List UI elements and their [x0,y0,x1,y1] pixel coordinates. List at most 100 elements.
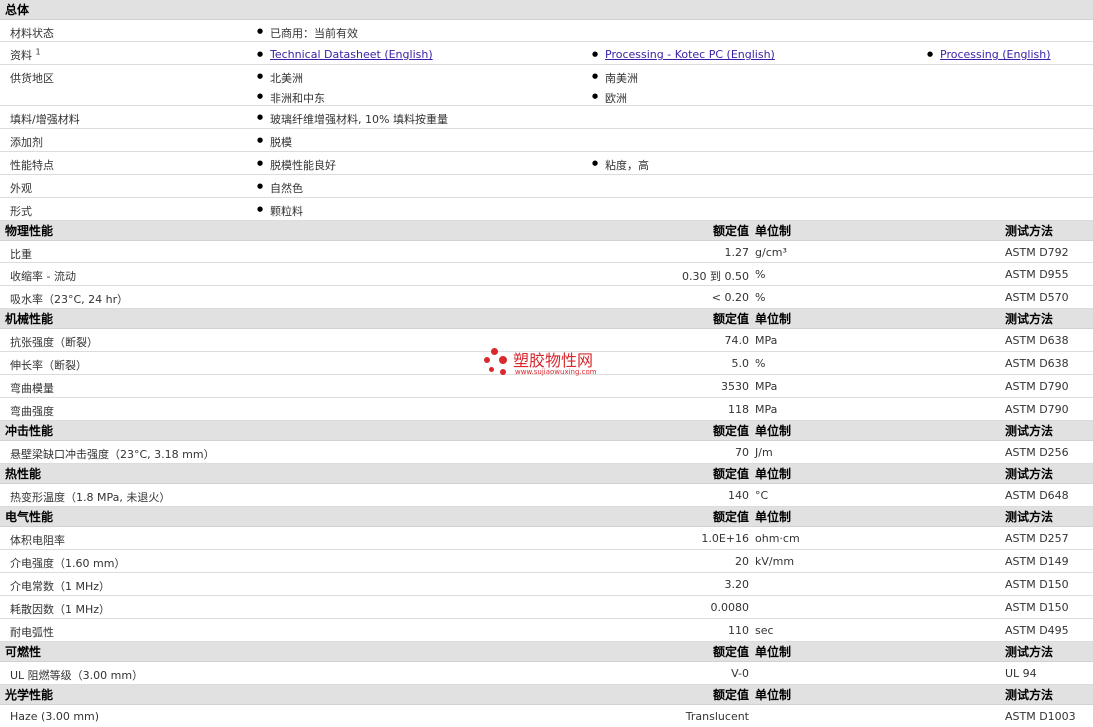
property-unit: g/cm³ [755,246,787,259]
property-label: Haze (3.00 mm) [10,710,100,723]
property-row: 耗散因数（1 MHz） 0.0080 ASTM D150 [0,596,1093,619]
section-header-general: 总体 [0,0,1093,20]
row-filler: 填料/增强材料 玻璃纤维增强材料, 10% 填料按重量 [0,106,1093,129]
property-value: V-0 [731,667,749,680]
form-value: 颗粒料 [257,203,303,219]
section-header: 热性能 额定值 单位制 测试方法 [0,464,1093,484]
property-label: 介电强度（1.60 mm） [10,557,126,570]
property-unit: % [755,291,766,304]
property-label: 弯曲模量 [10,382,54,395]
property-label: 介电常数（1 MHz） [10,580,111,593]
property-unit: % [755,357,766,370]
column-header-test: 测试方法 [1005,424,1054,438]
property-unit: MPa [755,403,778,416]
property-label: 体积电阻率 [10,534,65,547]
property-test-method: ASTM D495 [1005,624,1069,637]
row-label: 资料 1 [10,47,41,62]
section-title: 总体 [5,3,30,17]
section-title: 物理性能 [5,224,54,238]
property-value: 3530 [721,380,749,393]
section-header: 物理性能 额定值 单位制 测试方法 [0,221,1093,241]
property-row: 吸水率（23°C, 24 hr） < 0.20% ASTM D570 [0,286,1093,309]
property-value: 118 [728,403,749,416]
feature-item: 粘度，高 [592,157,649,173]
section-title: 电气性能 [5,510,54,524]
property-label: UL 阻燃等级（3.00 mm） [10,669,144,682]
property-value: 5.0 [731,357,750,370]
section-header: 机械性能 额定值 单位制 测试方法 [0,309,1093,329]
column-header-test: 测试方法 [1005,467,1054,481]
section-title: 可燃性 [5,645,42,659]
row-label: 供货地区 [10,72,54,85]
property-test-method: ASTM D150 [1005,578,1069,591]
property-value: 0.30 到 0.50 [682,270,749,283]
column-header-unit: 单位制 [755,224,792,238]
column-header-value: 额定值 [712,510,749,524]
link-processing-kotec[interactable]: Processing - Kotec PC (English) [592,48,775,61]
property-value: Translucent [685,710,749,723]
row-regions: 供货地区 北美洲 南美洲 非洲和中东 欧洲 [0,65,1093,106]
link-processing[interactable]: Processing (English) [927,48,1050,61]
column-header-value: 额定值 [712,467,749,481]
region-item: 非洲和中东 [257,90,325,106]
section-header: 光学性能 额定值 单位制 测试方法 [0,685,1093,705]
property-test-method: ASTM D150 [1005,601,1069,614]
property-test-method: ASTM D638 [1005,334,1069,347]
property-test-method: ASTM D648 [1005,489,1069,502]
section-title: 机械性能 [5,312,54,326]
column-header-value: 额定值 [712,424,749,438]
row-label: 性能特点 [10,159,54,172]
column-header-unit: 单位制 [755,424,792,438]
section-title: 光学性能 [5,688,54,702]
watermark-url: www.sujiaowuxing.com [515,368,597,376]
property-row: 热变形温度（1.8 MPa, 未退火） 140 °C ASTM D648 [0,484,1093,507]
section-header: 电气性能 额定值 单位制 测试方法 [0,507,1093,527]
property-unit: sec [755,624,774,637]
property-unit: % [755,268,766,281]
column-header-test: 测试方法 [1005,645,1054,659]
property-value: 70 [735,446,749,459]
link-technical-datasheet[interactable]: Technical Datasheet (English) [257,48,433,61]
property-unit: kV/mm [755,555,795,568]
filler-value: 玻璃纤维增强材料, 10% 填料按重量 [257,111,448,127]
property-row: 比重 1.27 g/cm³ ASTM D792 [0,241,1093,263]
column-header-unit: 单位制 [755,510,792,524]
status-value: 已商用：当前有效 [257,25,358,41]
region-item: 欧洲 [592,90,627,106]
property-row: 收缩率 - 流动 0.30 到 0.50% ASTM D955 [0,263,1093,286]
property-label: 抗张强度（断裂） [10,336,98,349]
section-title: 冲击性能 [5,424,54,438]
property-value: 0.0080 [710,601,750,614]
column-header-value: 额定值 [712,312,749,326]
datasheet-page: 总体 材料状态 已商用：当前有效 资料 1 Technical Datashee… [0,0,1093,727]
property-test-method: ASTM D790 [1005,380,1069,393]
property-label: 弯曲强度 [10,405,54,418]
property-value: 3.20 [724,578,750,591]
property-row: UL 阻燃等级（3.00 mm） V-0 UL 94 [0,662,1093,685]
property-row: Haze (3.00 mm) Translucent ASTM D1003 [0,705,1093,727]
property-label: 热变形温度（1.8 MPa, 未退火） [10,491,171,504]
row-label: 材料状态 [10,27,54,40]
section-title: 热性能 [5,467,42,481]
section-header: 可燃性 额定值 单位制 测试方法 [0,642,1093,662]
property-value: 140 [728,489,749,502]
property-value: 110 [728,624,749,637]
property-value: 74.0 [724,334,750,347]
property-row: 体积电阻率 1.0E+16 ohm·cm ASTM D257 [0,527,1093,550]
property-value: < 0.20 [711,291,749,304]
property-label: 耗散因数（1 MHz） [10,603,111,616]
property-test-method: ASTM D570 [1005,291,1069,304]
appearance-value: 自然色 [257,180,303,196]
row-documents: 资料 1 Technical Datasheet (English) Proce… [0,42,1093,65]
row-label: 形式 [10,205,32,218]
property-label: 伸长率（断裂） [10,359,87,372]
row-form: 形式 颗粒料 [0,198,1093,221]
property-unit: °C [755,489,769,502]
property-row: 介电强度（1.60 mm） 20 kV/mm ASTM D149 [0,550,1093,573]
row-additive: 添加剂 脱模 [0,129,1093,152]
region-item: 南美洲 [592,70,638,86]
row-label: 添加剂 [10,136,43,149]
watermark-logo: 塑胶物性网 www.sujiaowuxing.com [483,347,623,383]
property-unit: MPa [755,380,778,393]
row-appearance: 外观 自然色 [0,175,1093,198]
